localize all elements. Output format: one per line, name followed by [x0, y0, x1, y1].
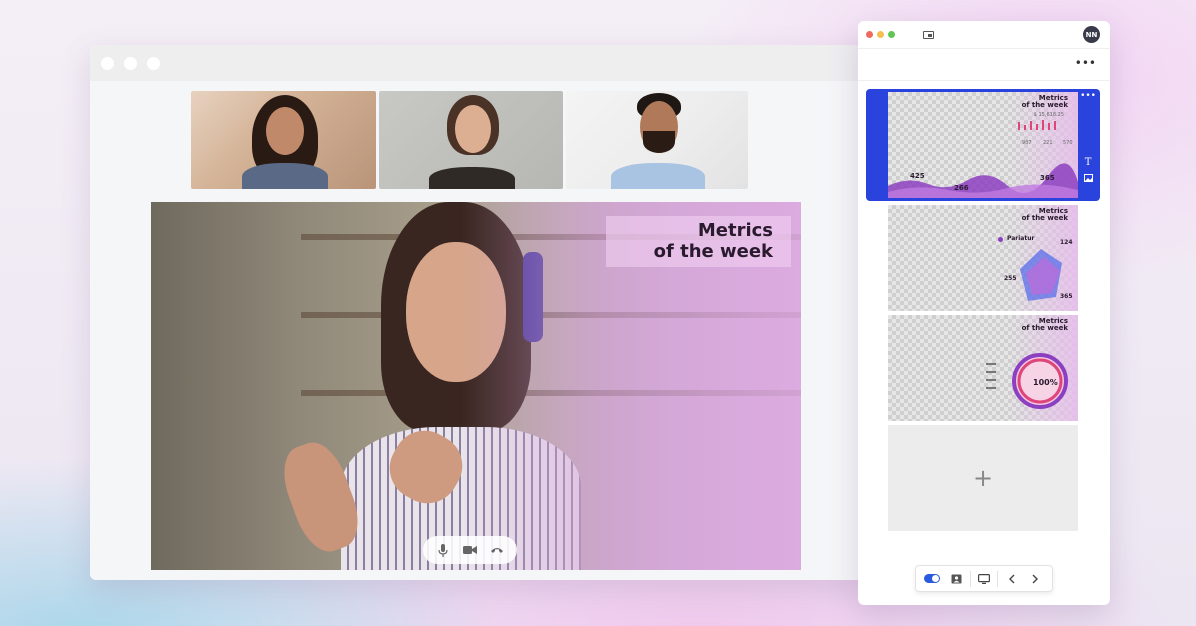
legend-label: Pariatur: [1007, 235, 1035, 242]
slide-value: 124: [1060, 239, 1073, 246]
panel-toolbar: [915, 565, 1053, 592]
microphone-icon[interactable]: [434, 541, 452, 559]
divider: [969, 570, 971, 587]
panel-maximize-dot[interactable]: [888, 31, 895, 38]
slide-value: 365: [1040, 174, 1055, 182]
slide-preview: Metrics of the week Pariatur 124 255 365: [888, 205, 1078, 311]
slide-title-box: Metrics of the week: [606, 216, 791, 267]
chevron-left-icon: [1009, 574, 1015, 583]
slide-small-value: 987: [1022, 140, 1032, 146]
window-dot-close[interactable]: [101, 56, 114, 70]
screen-share-button[interactable]: [973, 569, 995, 589]
participant-figure: [224, 91, 344, 189]
window-dot-maximize[interactable]: [147, 56, 160, 70]
participant-thumbnail-1[interactable]: [191, 91, 376, 189]
slide-title-line2: of the week: [1021, 214, 1068, 222]
participant-figure: [411, 91, 531, 189]
person-card-icon: [951, 574, 962, 583]
panel-close-dot[interactable]: [866, 31, 873, 38]
participant-figure: [597, 91, 717, 189]
slide-list: Metrics of the week $ 15,618.25 987 221 …: [866, 89, 1100, 531]
panel-subheader: •••: [858, 49, 1110, 81]
main-video-feed[interactable]: Metrics of the week: [151, 202, 801, 570]
slide-preview: Metrics of the week 100%: [888, 315, 1078, 421]
meeting-window: Metrics of the week: [90, 45, 872, 580]
slide-title: Metrics of the week: [1022, 95, 1068, 109]
next-slide-button[interactable]: [1025, 569, 1047, 589]
slide-thumbnail-3[interactable]: Metrics of the week 100%: [866, 315, 1100, 421]
slide-title-line2: of the week: [1021, 324, 1068, 332]
slides-panel: NN ••• Metrics of the week $ 15,618.25 9…: [858, 21, 1110, 605]
slide-title-line1: Metrics: [697, 220, 773, 241]
camera-icon[interactable]: [461, 541, 479, 559]
previous-slide-button[interactable]: [1001, 569, 1023, 589]
monitor-icon: [977, 573, 990, 584]
slide-title-line2: of the week: [653, 241, 773, 262]
call-controls: [423, 536, 517, 564]
slide-small-value: 221: [1043, 140, 1053, 146]
panel-minimize-dot[interactable]: [877, 31, 884, 38]
add-slide-button[interactable]: +: [888, 425, 1078, 531]
slide-value: 425: [910, 172, 925, 180]
image-tool-icon[interactable]: [1083, 174, 1093, 185]
window-dot-minimize[interactable]: [124, 56, 137, 70]
camera-view-button[interactable]: [945, 569, 967, 589]
chevron-right-icon: [1032, 574, 1039, 583]
slide-tools: ••• T: [1080, 92, 1096, 185]
radar-shape: [1020, 249, 1062, 301]
slide-title-line2: of the week: [1021, 101, 1068, 109]
avatar[interactable]: NN: [1083, 26, 1100, 43]
participant-thumbnail-2[interactable]: [379, 91, 563, 189]
overlay-toggle[interactable]: [921, 569, 943, 589]
panel-titlebar: NN: [858, 21, 1110, 49]
participant-thumbnails: [191, 91, 748, 189]
mini-bars: [1018, 120, 1056, 130]
picture-in-picture-icon[interactable]: [923, 30, 934, 39]
hang-up-icon[interactable]: [488, 541, 506, 559]
toggle-switch-icon: [924, 574, 941, 583]
slide-value: 255: [1004, 275, 1017, 282]
slide-thumbnail-1[interactable]: Metrics of the week $ 15,618.25 987 221 …: [866, 89, 1100, 201]
slide-title: Metrics of the week: [1022, 208, 1068, 222]
slide-title: Metrics of the week: [1022, 318, 1068, 332]
slide-thumbnail-2[interactable]: Metrics of the week Pariatur 124 255 365: [866, 205, 1100, 311]
legend-dot: [998, 237, 1003, 242]
slide-more-icon[interactable]: •••: [1080, 92, 1096, 101]
legend-lines: [986, 363, 996, 389]
slide-amount: $ 15,618.25: [1033, 112, 1064, 118]
slide-small-value: 570: [1063, 140, 1073, 146]
slide-preview: Metrics of the week $ 15,618.25 987 221 …: [888, 92, 1078, 198]
text-tool-icon[interactable]: T: [1085, 157, 1092, 168]
slide-value: 365: [1060, 293, 1073, 300]
slide-value: 266: [954, 184, 969, 192]
browser-titlebar: [90, 45, 872, 81]
more-options-icon[interactable]: •••: [1075, 57, 1096, 69]
divider: [997, 570, 999, 587]
participant-thumbnail-3[interactable]: [566, 91, 748, 189]
percent-label: 100%: [1033, 378, 1058, 387]
